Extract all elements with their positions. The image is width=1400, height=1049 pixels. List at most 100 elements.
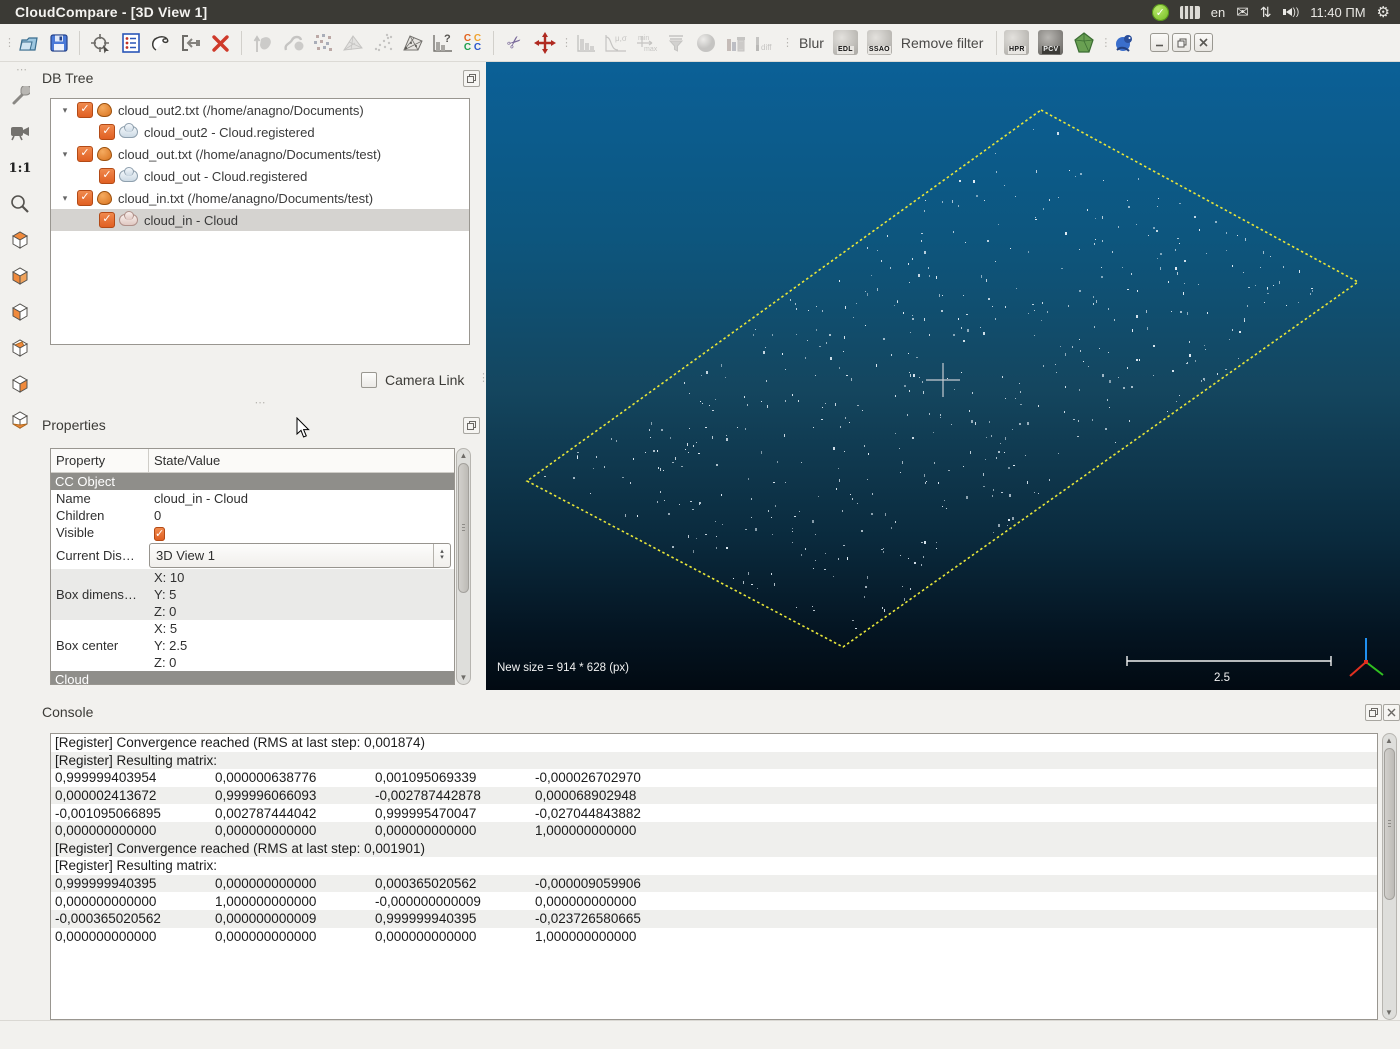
cube-left-icon[interactable] [6,298,34,326]
toolbar-handle[interactable]: ⋮ [4,37,15,48]
tree-item-label: cloud_out.txt (/home/anagno/Documents/te… [118,146,382,162]
properties-list-icon[interactable] [117,29,144,56]
poisson-icon[interactable] [1070,29,1097,56]
plugin-bird-icon[interactable] [1111,29,1138,56]
tree-item[interactable]: ▾ ✓ cloud_in.txt (/home/anagno/Documents/t… [51,187,469,209]
property-row: Box dimens… X: 10 Y: 5 Z: 0 [51,569,454,620]
ssao-icon[interactable]: SSAO [866,30,892,55]
expander-icon[interactable]: ▾ [51,193,73,204]
toolbar-handle[interactable]: ⋮ [478,373,489,384]
cube-front-icon[interactable] [6,262,34,290]
gauss-filter-icon[interactable]: μ,σ [602,29,629,56]
hpr-icon[interactable]: HPR [1004,30,1030,55]
filter-funnel-icon[interactable] [662,29,689,56]
network-icon[interactable]: ⇅ [1260,4,1272,21]
restore-icon[interactable] [1172,33,1192,52]
keyboard-icon[interactable] [1179,5,1200,19]
translate-rotate-icon[interactable] [531,29,558,56]
close-icon[interactable] [1194,33,1214,52]
pick-rotation-center-icon[interactable] [87,29,114,56]
delete-icon[interactable] [207,29,234,56]
clock[interactable]: 11:40 ПМ [1310,5,1365,20]
viewport-3d[interactable]: New size = 914 * 628 (px) 2.5 [486,62,1400,690]
console-scrollbar[interactable]: ▲ ▼ [1381,733,1397,1020]
expander-icon[interactable]: ▾ [51,105,73,116]
session-gear-icon[interactable]: ⚙ [1377,3,1390,21]
toolbar-separator [79,30,80,55]
property-row: Visible ✓ [51,524,454,541]
system-tray: ✓ en ✉ ⇅ )) 11:40 ПМ ⚙ [1151,3,1390,21]
toolbar-handle[interactable]: ⋯ [16,65,27,76]
cube-bottom-icon[interactable] [6,406,34,434]
lasso-segment-icon[interactable] [147,29,174,56]
property-value[interactable]: ✓ [149,525,454,541]
wrench-icon[interactable] [6,82,34,110]
octree-icon[interactable] [309,29,336,56]
visibility-checkbox[interactable]: ✓ [77,102,93,118]
toolbar-handle[interactable]: ⋮ [1100,37,1111,48]
tree-item[interactable]: ✓ cloud_in - Cloud [51,209,469,231]
visibility-checkbox[interactable]: ✓ [77,146,93,162]
visibility-checkbox[interactable]: ✓ [99,168,115,184]
console-float-button[interactable] [1365,704,1382,721]
db-tree-float-button[interactable] [463,70,480,87]
svg-text:min: min [638,35,649,42]
combobox-spinner-icon[interactable]: ▴ ▾ [433,543,450,567]
toolbar-handle[interactable]: ⋮ [561,37,572,48]
visibility-checkbox[interactable]: ✓ [99,124,115,140]
save-icon[interactable] [45,29,72,56]
magnifier-icon[interactable] [6,190,34,218]
zoom-fit-icon[interactable]: 1:1 [6,154,34,182]
sf-diff-icon[interactable]: diff [752,29,779,56]
toolbar-handle[interactable]: ⋮ [782,37,793,48]
compute-normals-icon[interactable] [249,29,276,56]
display-combobox[interactable]: 3D View 1 ▴ ▾ [149,542,451,568]
visibility-checkbox[interactable]: ✓ [77,190,93,206]
sphere-icon[interactable] [692,29,719,56]
blur-label[interactable]: Blur [799,35,824,51]
curvature-icon[interactable] [279,29,306,56]
tree-item[interactable]: ▾ ✓ cloud_out2.txt (/home/anagno/Documents… [51,99,469,121]
visibility-checkbox[interactable]: ✓ [99,212,115,228]
open-icon[interactable] [15,29,42,56]
property-label: Box dimens… [56,587,137,602]
visible-checkbox[interactable]: ✓ [154,526,166,541]
histogram-question-icon[interactable]: ? [429,29,456,56]
console-close-button[interactable] [1383,704,1400,721]
mesh-icon[interactable] [339,29,366,56]
sf-delete-icon[interactable] [722,29,749,56]
cc-logo-icon[interactable]: CCCC [459,29,486,56]
properties-scrollbar[interactable]: ▲ ▼ [456,448,471,685]
toolbar-separator [493,30,494,55]
minimize-icon[interactable] [1150,33,1170,52]
sample-points-icon[interactable] [369,29,396,56]
dock-handle[interactable]: ⋯ [252,398,268,409]
cube-right-icon[interactable] [6,370,34,398]
mail-icon[interactable]: ✉ [1236,3,1249,21]
tree-item[interactable]: ✓ cloud_out2 - Cloud.registered [51,121,469,143]
edl-icon[interactable]: EDL [832,30,858,55]
scissors-icon[interactable]: ✂ [495,23,533,61]
tree-item[interactable]: ▾ ✓ cloud_out.txt (/home/anagno/Documents/… [51,143,469,165]
cube-back-icon[interactable] [6,334,34,362]
camera-link-label: Camera Link [385,372,465,388]
expander-icon[interactable]: ▾ [51,149,73,160]
pcv-icon[interactable]: PCV [1038,30,1064,55]
camera-link-checkbox[interactable] [361,372,377,388]
svg-text:μ,σ: μ,σ [615,34,627,43]
remove-filter-button[interactable]: Remove filter [901,35,983,51]
tree-item[interactable]: ✓ cloud_out - Cloud.registered [51,165,469,187]
language-indicator[interactable]: en [1211,5,1225,20]
min-max-icon[interactable]: min max [632,29,659,56]
triangulate-icon[interactable] [399,29,426,56]
cube-top-icon[interactable] [6,226,34,254]
updater-icon[interactable]: ✓ [1151,3,1169,21]
volume-icon[interactable]: )) [1282,7,1299,18]
properties-float-button[interactable] [463,417,480,434]
svg-text:max: max [644,46,658,53]
console-log[interactable]: [Register] Convergence reached (RMS at l… [50,733,1378,1020]
apply-transformation-icon[interactable] [177,29,204,56]
camera-icon[interactable] [6,118,34,146]
property-value: X: 10 Y: 5 Z: 0 [154,570,185,619]
histogram-icon[interactable] [572,29,599,56]
